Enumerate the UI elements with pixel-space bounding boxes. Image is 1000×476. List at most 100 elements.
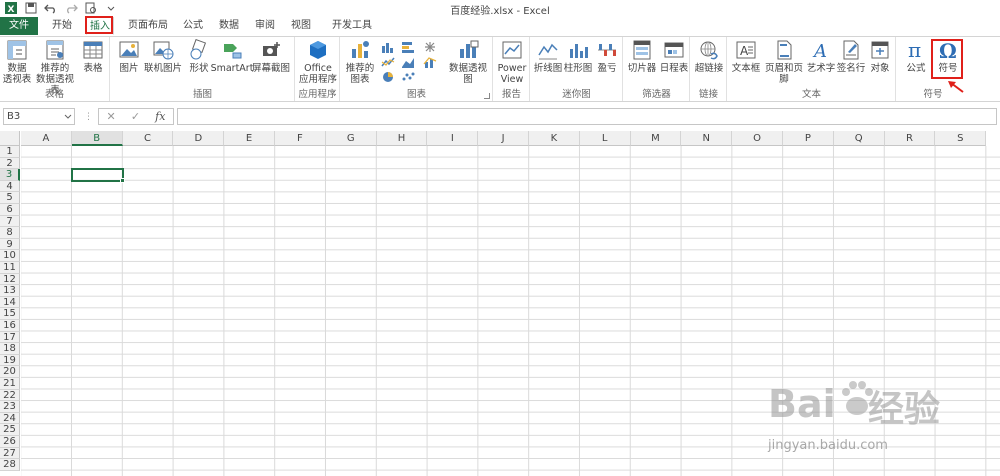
- row-header[interactable]: 6: [0, 204, 20, 216]
- row-header[interactable]: 18: [0, 343, 20, 355]
- group-symbols-label: 符号: [923, 89, 943, 100]
- header-footer-button[interactable]: 页眉和页脚: [762, 39, 806, 85]
- timeline-button[interactable]: 日程表: [658, 39, 690, 74]
- column-header[interactable]: H: [376, 131, 428, 146]
- row-header[interactable]: 12: [0, 273, 20, 286]
- row-header[interactable]: 16: [0, 320, 20, 332]
- column-header[interactable]: B: [71, 131, 123, 146]
- column-header[interactable]: E: [224, 131, 275, 146]
- sparkline-column-button[interactable]: 柱形图: [563, 39, 593, 74]
- tab-data[interactable]: 数据: [214, 17, 244, 35]
- recommended-charts-button[interactable]: 推荐的 图表: [343, 39, 377, 85]
- textbox-icon: A: [736, 41, 756, 59]
- picture-button[interactable]: 图片: [115, 39, 143, 74]
- column-header[interactable]: P: [783, 131, 834, 146]
- row-header[interactable]: 1: [0, 146, 20, 158]
- row-header[interactable]: 25: [0, 424, 20, 436]
- office-apps-button[interactable]: Office 应用程序: [297, 39, 339, 85]
- name-box-dropdown-icon[interactable]: [64, 114, 72, 120]
- column-header[interactable]: D: [173, 131, 225, 146]
- column-header[interactable]: J: [478, 131, 529, 146]
- equation-button[interactable]: π 公式: [901, 39, 931, 74]
- row-header[interactable]: 10: [0, 250, 20, 262]
- group-illustrations: 图片 联机图片 形状 SmartArt 屏幕截图 插图: [111, 37, 295, 101]
- tab-review[interactable]: 审阅: [250, 17, 280, 35]
- row-header[interactable]: 8: [0, 227, 20, 239]
- column-header[interactable]: M: [630, 131, 682, 146]
- sparkline-winloss-button[interactable]: 盈亏: [593, 39, 621, 74]
- column-header[interactable]: L: [579, 131, 631, 146]
- fill-handle[interactable]: [119, 177, 125, 183]
- scatter-chart-icon[interactable]: [401, 71, 415, 83]
- wordart-button[interactable]: A 艺术字: [806, 39, 836, 74]
- shapes-button[interactable]: 形状: [185, 39, 213, 74]
- row-header[interactable]: 4: [0, 180, 20, 193]
- tab-developer[interactable]: 开发工具: [326, 17, 378, 35]
- formula-input[interactable]: [177, 108, 997, 125]
- row-header[interactable]: 28: [0, 459, 20, 471]
- row-header[interactable]: 22: [0, 389, 20, 402]
- column-chart-icon[interactable]: [381, 41, 395, 53]
- row-header[interactable]: 14: [0, 296, 20, 309]
- tab-home[interactable]: 开始: [44, 17, 80, 35]
- combo-chart-icon[interactable]: [423, 56, 437, 68]
- line-chart-icon[interactable]: [381, 56, 395, 68]
- sparkline-line-button[interactable]: 折线图: [533, 39, 563, 74]
- enter-icon[interactable]: ✓: [131, 110, 140, 123]
- hyperlink-button[interactable]: 超链接: [693, 39, 725, 74]
- cancel-icon[interactable]: ✕: [107, 110, 116, 123]
- pie-chart-icon[interactable]: [381, 71, 395, 83]
- row-header[interactable]: 19: [0, 354, 20, 367]
- object-icon: [871, 41, 889, 59]
- row-header[interactable]: 5: [0, 192, 20, 204]
- row-header[interactable]: 23: [0, 401, 20, 413]
- row-header[interactable]: 26: [0, 436, 20, 448]
- column-header[interactable]: S: [935, 131, 987, 146]
- row-header[interactable]: 27: [0, 447, 20, 460]
- row-header[interactable]: 13: [0, 285, 20, 297]
- picture-label: 图片: [119, 63, 139, 74]
- tab-file[interactable]: 文件: [0, 17, 38, 35]
- table-button[interactable]: 表格: [78, 39, 108, 74]
- slicer-button[interactable]: 切片器: [626, 39, 658, 74]
- hierarchy-chart-icon[interactable]: [423, 41, 437, 53]
- tab-view[interactable]: 视图: [286, 17, 316, 35]
- online-picture-button[interactable]: 联机图片: [143, 39, 183, 74]
- row-header[interactable]: 7: [0, 215, 20, 228]
- row-header[interactable]: 15: [0, 308, 20, 320]
- row-header[interactable]: 11: [0, 262, 20, 274]
- row-header[interactable]: 20: [0, 366, 20, 378]
- insert-function-icon[interactable]: fx: [155, 110, 165, 123]
- row-header[interactable]: 3: [0, 169, 20, 181]
- pivot-table-button[interactable]: 数据 透视表: [2, 39, 32, 85]
- row-header[interactable]: 2: [0, 157, 20, 170]
- row-header[interactable]: 21: [0, 378, 20, 390]
- tab-page-layout[interactable]: 页面布局: [122, 17, 174, 35]
- row-header[interactable]: 24: [0, 412, 20, 425]
- column-header[interactable]: R: [884, 131, 936, 146]
- column-header[interactable]: I: [427, 131, 479, 146]
- screenshot-button[interactable]: 屏幕截图: [251, 39, 291, 74]
- column-header[interactable]: N: [681, 131, 733, 146]
- column-header[interactable]: C: [122, 131, 174, 146]
- select-all-corner[interactable]: [0, 131, 20, 146]
- column-header[interactable]: K: [529, 131, 580, 146]
- row-header[interactable]: 17: [0, 331, 20, 344]
- power-view-button[interactable]: Power View: [495, 39, 529, 85]
- pivot-chart-button[interactable]: 数据透视图: [445, 39, 491, 85]
- formula-bar-splitter[interactable]: ⋮: [84, 112, 93, 122]
- column-header[interactable]: Q: [833, 131, 885, 146]
- column-header[interactable]: G: [325, 131, 377, 146]
- smartart-button[interactable]: SmartArt: [211, 39, 253, 74]
- column-header[interactable]: O: [732, 131, 783, 146]
- signature-line-button[interactable]: 签名行: [836, 39, 866, 74]
- waterfall-chart-icon[interactable]: [401, 56, 415, 68]
- object-button[interactable]: 对象: [866, 39, 894, 74]
- row-header[interactable]: 9: [0, 238, 20, 251]
- active-cell[interactable]: [70, 168, 124, 182]
- column-header[interactable]: F: [275, 131, 326, 146]
- textbox-button[interactable]: A 文本框: [730, 39, 762, 74]
- tab-formulas[interactable]: 公式: [178, 17, 208, 35]
- bar-chart-icon[interactable]: [401, 41, 415, 53]
- column-header[interactable]: A: [21, 131, 72, 146]
